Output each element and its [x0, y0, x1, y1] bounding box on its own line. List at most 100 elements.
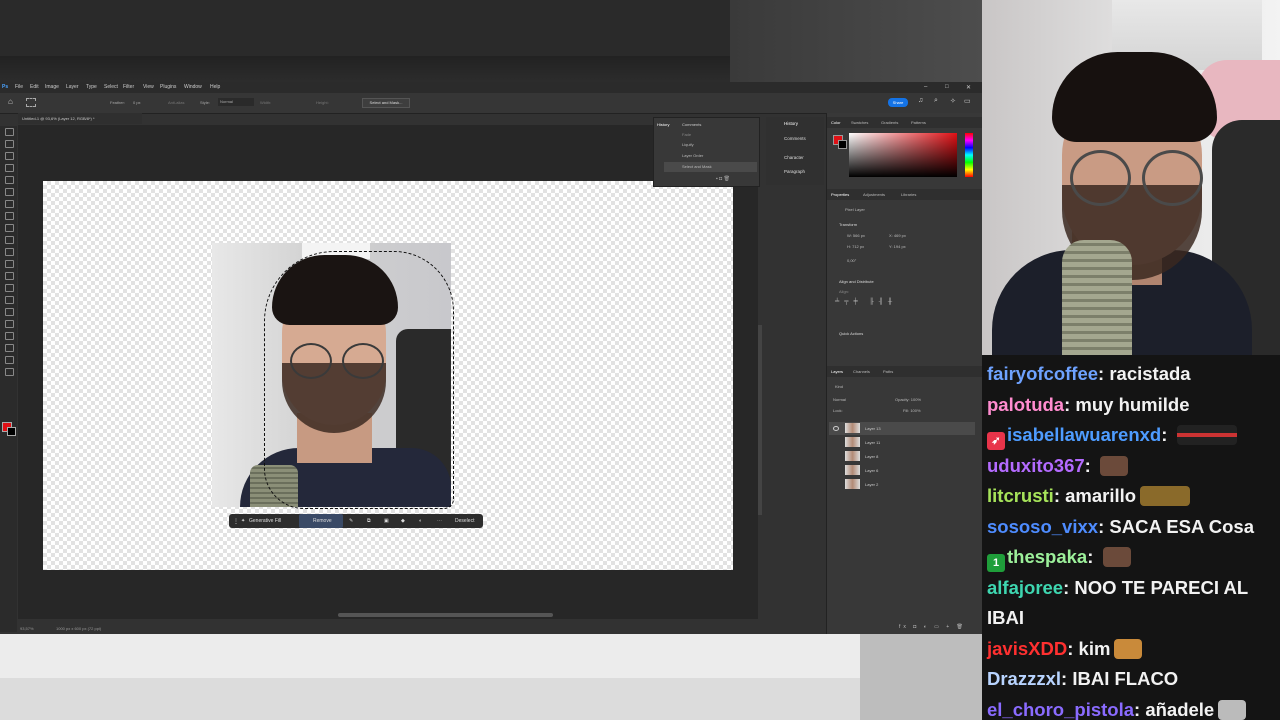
- blur-icon[interactable]: [5, 284, 14, 292]
- chat-username[interactable]: uduxito367: [987, 455, 1085, 476]
- marquee-icon[interactable]: [5, 140, 14, 148]
- layer-row[interactable]: Layer 8: [829, 450, 975, 463]
- document-tab[interactable]: Untitled-1 @ 93,6% (Layer 12, RGB/8*) *: [18, 113, 142, 124]
- tab-color[interactable]: Color: [831, 120, 841, 125]
- chat-username[interactable]: isabellawuarenxd: [1007, 424, 1161, 445]
- search-icon[interactable]: ⌕: [934, 97, 938, 105]
- close-icon[interactable]: ✕: [966, 84, 971, 91]
- antialias-checkbox[interactable]: Anti-alias: [168, 100, 184, 105]
- drag-handle-icon[interactable]: ⋮: [233, 518, 239, 525]
- layer-row[interactable]: Layer 6: [829, 464, 975, 477]
- move-tool-icon[interactable]: [5, 128, 14, 136]
- tab-swatches[interactable]: Swatches: [851, 120, 868, 125]
- gradient-icon[interactable]: [5, 272, 14, 280]
- history-item[interactable]: Layer Order: [682, 153, 703, 158]
- crop-icon[interactable]: [5, 176, 14, 184]
- vertical-scrollbar[interactable]: [758, 325, 762, 515]
- menu-filter[interactable]: Filter: [123, 84, 134, 90]
- maximize-icon[interactable]: □: [945, 84, 949, 90]
- menu-window[interactable]: Window: [184, 84, 202, 90]
- bg-swatch[interactable]: [838, 140, 847, 149]
- eyedropper-icon[interactable]: [5, 200, 14, 208]
- menu-file[interactable]: File: [15, 84, 23, 90]
- tab-patterns[interactable]: Patterns: [911, 120, 926, 125]
- pen-icon[interactable]: [5, 308, 14, 316]
- deselect-button[interactable]: Deselect: [455, 518, 474, 524]
- history-item[interactable]: Liquify: [682, 142, 694, 147]
- menu-type[interactable]: Type: [86, 84, 97, 90]
- brush-icon[interactable]: [5, 224, 14, 232]
- menu-help[interactable]: Help: [210, 84, 220, 90]
- hand-icon[interactable]: [5, 356, 14, 364]
- menu-select[interactable]: Select: [104, 84, 118, 90]
- dock-comments[interactable]: Comments: [784, 136, 806, 141]
- shape-icon[interactable]: [5, 344, 14, 352]
- zoom-icon[interactable]: [5, 368, 14, 376]
- minimize-icon[interactable]: –: [924, 84, 927, 90]
- horizontal-scrollbar[interactable]: [338, 613, 553, 617]
- chat-username[interactable]: el_choro_pistola: [987, 699, 1134, 720]
- x-field[interactable]: X: 469 px: [889, 233, 906, 238]
- generative-fill-button[interactable]: Generative Fill: [249, 518, 281, 524]
- tab-channels[interactable]: Channels: [853, 369, 870, 374]
- chat-username[interactable]: palotuda: [987, 394, 1064, 415]
- tab-gradients[interactable]: Gradients: [881, 120, 898, 125]
- chat-username[interactable]: thespaka: [1007, 546, 1087, 567]
- more-icon[interactable]: ⋯: [437, 518, 442, 524]
- frame-icon[interactable]: [5, 188, 14, 196]
- blend-mode-select[interactable]: Normal: [833, 397, 846, 402]
- width-field[interactable]: W: 566 px: [847, 233, 865, 238]
- align-buttons-icon[interactable]: ╧╤╪ ╟╢╫: [835, 299, 897, 305]
- hue-slider[interactable]: [965, 133, 973, 177]
- brush-icon[interactable]: ✎: [349, 518, 353, 524]
- zoom-level[interactable]: 93,57%: [20, 626, 34, 631]
- eraser-icon[interactable]: [5, 260, 14, 268]
- bell-icon[interactable]: ♫: [918, 97, 923, 104]
- tab-history[interactable]: History: [657, 122, 669, 127]
- tab-layers[interactable]: Layers: [831, 369, 843, 374]
- color-field[interactable]: [849, 133, 957, 177]
- style-select[interactable]: Normal: [218, 98, 254, 106]
- history-item[interactable]: Select and Mask: [682, 164, 712, 169]
- invert-icon[interactable]: ⧉: [367, 518, 371, 524]
- layer-row[interactable]: Layer 11: [829, 436, 975, 449]
- tab-libraries[interactable]: Libraries: [901, 192, 916, 197]
- chat-username[interactable]: litcrusti: [987, 485, 1054, 506]
- menu-layer[interactable]: Layer: [66, 84, 79, 90]
- fill-field[interactable]: Fill: 100%: [903, 408, 921, 413]
- angle-field[interactable]: 0,00°: [847, 258, 856, 263]
- chat-username[interactable]: Drazzzxl: [987, 668, 1061, 689]
- remove-button[interactable]: Remove: [313, 518, 332, 524]
- layer-actions-icon[interactable]: fx ◘ ◐ ▭ + 🗑: [899, 624, 966, 630]
- chat-username[interactable]: javisXDD: [987, 638, 1067, 659]
- tab-paths[interactable]: Paths: [883, 369, 893, 374]
- learn-icon[interactable]: ✧: [950, 97, 956, 105]
- chat-username[interactable]: alfajoree: [987, 577, 1063, 598]
- dock-character[interactable]: Character: [784, 155, 804, 160]
- select-and-mask-button[interactable]: Select and Mask...: [362, 98, 410, 108]
- quick-select-icon[interactable]: [5, 164, 14, 172]
- y-field[interactable]: Y: 194 px: [889, 244, 906, 249]
- path-select-icon[interactable]: [5, 332, 14, 340]
- layer-filter-select[interactable]: Kind: [835, 384, 843, 389]
- history-actions-icon[interactable]: ▪ ◘ 🗑: [716, 176, 730, 182]
- menu-plugins[interactable]: Plugins: [160, 84, 176, 90]
- document-canvas[interactable]: ⋮ ✦ Generative Fill Remove ✎ ⧉ ▣ ◆ ◐ ⋯ D…: [43, 181, 733, 570]
- menu-view[interactable]: View: [143, 84, 154, 90]
- tab-properties[interactable]: Properties: [831, 192, 849, 197]
- fill-icon[interactable]: ◆: [401, 518, 405, 524]
- type-icon[interactable]: [5, 320, 14, 328]
- layer-row[interactable]: Layer 13: [829, 422, 975, 435]
- workspace-icon[interactable]: ▭: [964, 97, 971, 105]
- eye-icon[interactable]: [833, 426, 839, 431]
- home-icon[interactable]: ⌂: [8, 97, 13, 106]
- feather-input[interactable]: 0 px: [133, 100, 141, 105]
- mask-icon[interactable]: ▣: [384, 518, 389, 524]
- background-color-swatch[interactable]: [7, 427, 16, 436]
- opacity-field[interactable]: Opacity: 100%: [895, 397, 921, 402]
- healing-icon[interactable]: [5, 212, 14, 220]
- menu-image[interactable]: Image: [45, 84, 59, 90]
- dodge-icon[interactable]: [5, 296, 14, 304]
- tab-comments[interactable]: Comments: [682, 122, 701, 127]
- dock-paragraph[interactable]: Paragraph: [784, 169, 805, 174]
